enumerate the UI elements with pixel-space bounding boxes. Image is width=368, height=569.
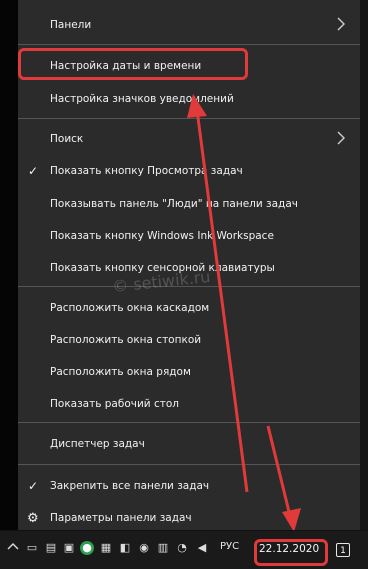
menu-item-label: Параметры панели задач xyxy=(50,512,192,524)
gear-icon: ⚙ xyxy=(27,510,39,526)
tray-app-icon[interactable]: ▭ xyxy=(25,541,39,555)
checkmark-icon: ✓ xyxy=(28,164,39,178)
tray-app-icon[interactable]: ◉ xyxy=(137,541,151,555)
menu-item-label: Настройка значков уведомлений xyxy=(50,93,234,105)
tray-app-icon[interactable]: ▦ xyxy=(99,541,113,555)
menu-separator xyxy=(18,464,360,465)
tray-app-icon[interactable]: ◧ xyxy=(118,541,132,555)
menu-item-label: Закрепить все панели задач xyxy=(50,480,210,492)
chevron-right-icon xyxy=(336,17,350,33)
menu-item-label: Расположить окна стопкой xyxy=(50,334,202,346)
language-indicator[interactable]: РУС xyxy=(220,541,239,552)
desktop-right-edge xyxy=(360,0,368,530)
menu-item-lock-taskbars[interactable]: ✓ Закрепить все панели задач xyxy=(18,472,360,500)
menu-item-label: Панели xyxy=(50,19,92,31)
menu-item-stack-windows[interactable]: Расположить окна стопкой xyxy=(18,326,360,354)
chevron-up-icon[interactable] xyxy=(6,541,20,555)
menu-item-panels[interactable]: Панели xyxy=(18,11,360,39)
menu-item-label: Показать кнопку Windows Ink Workspace xyxy=(50,230,274,242)
tray-app-icon[interactable]: ● xyxy=(80,541,94,555)
annotation-highlight-box xyxy=(18,48,248,80)
volume-icon[interactable]: ◀ xyxy=(195,541,209,555)
menu-item-label: Диспетчер задач xyxy=(50,438,145,450)
menu-separator xyxy=(18,118,360,119)
notification-center-icon[interactable]: 1 xyxy=(336,543,350,557)
menu-item-show-windows-ink-button[interactable]: Показать кнопку Windows Ink Workspace xyxy=(18,222,360,250)
menu-item-label: Показать рабочий стол xyxy=(50,398,179,410)
menu-item-label: Показать кнопку Просмотра задач xyxy=(50,165,243,177)
menu-item-label: Поиск xyxy=(50,133,84,145)
menu-item-label: Показывать панель "Люди" на панели задач xyxy=(50,198,298,210)
menu-item-taskbar-settings[interactable]: ⚙ Параметры панели задач xyxy=(18,504,360,532)
menu-item-show-task-view-button[interactable]: ✓ Показать кнопку Просмотра задач xyxy=(18,157,360,185)
network-icon[interactable]: ▣ xyxy=(62,541,76,555)
menu-item-search[interactable]: Поиск xyxy=(18,125,360,153)
menu-item-label: Расположить окна каскадом xyxy=(50,302,210,314)
tray-app-icon[interactable]: ▥ xyxy=(156,541,170,555)
desktop-left-edge xyxy=(0,0,18,530)
menu-item-notification-icons-settings[interactable]: Настройка значков уведомлений xyxy=(18,85,360,113)
wifi-icon[interactable]: ◔ xyxy=(175,541,189,555)
chevron-right-icon xyxy=(336,131,350,147)
checkmark-icon: ✓ xyxy=(28,479,39,493)
menu-item-task-manager[interactable]: Диспетчер задач xyxy=(18,430,360,458)
menu-item-label: Расположить окна рядом xyxy=(50,366,191,378)
menu-separator xyxy=(18,422,360,423)
menu-separator xyxy=(18,44,360,45)
annotation-date-box xyxy=(254,539,328,566)
menu-item-side-by-side-windows[interactable]: Расположить окна рядом xyxy=(18,358,360,386)
menu-item-show-people-panel[interactable]: Показывать панель "Люди" на панели задач xyxy=(18,190,360,218)
menu-item-cascade-windows[interactable]: Расположить окна каскадом xyxy=(18,294,360,322)
tray-app-icon[interactable]: ▤ xyxy=(44,541,58,555)
menu-item-show-desktop[interactable]: Показать рабочий стол xyxy=(18,390,360,418)
